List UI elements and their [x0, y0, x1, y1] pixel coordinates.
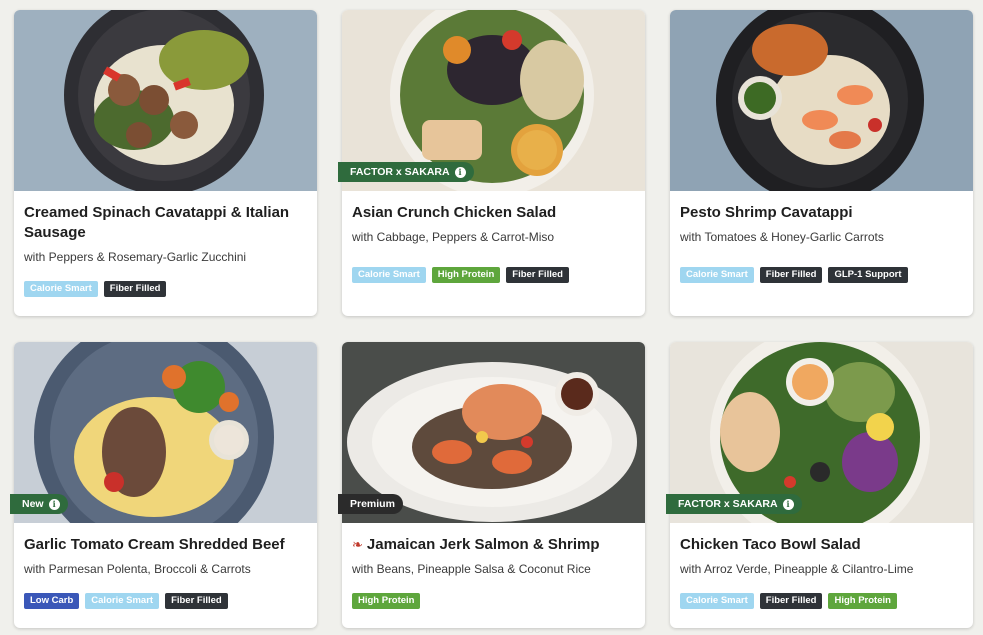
tag-calorie-smart: Calorie Smart	[24, 281, 98, 297]
tag-list: Low Carb Calorie Smart Fiber Filled	[24, 593, 307, 609]
tag-list: Calorie Smart Fiber Filled GLP-1 Support	[680, 267, 963, 283]
meal-title[interactable]: Creamed Spinach Cavatappi & Italian Saus…	[24, 203, 307, 243]
info-icon[interactable]: i	[454, 166, 466, 178]
meal-subtitle: with Peppers & Rosemary-Garlic Zucchini	[24, 250, 247, 264]
tag-high-protein: High Protein	[828, 593, 897, 609]
tag-fiber-filled: Fiber Filled	[759, 593, 823, 609]
tag-glp1-support: GLP-1 Support	[828, 267, 908, 283]
collab-badge[interactable]: FACTOR x SAKARA i	[338, 162, 474, 182]
meal-card[interactable]: Pesto Shrimp Cavatappi with Tomatoes & H…	[670, 10, 973, 316]
tag-list: High Protein	[352, 593, 635, 609]
tag-calorie-smart: Calorie Smart	[85, 593, 160, 609]
meal-title[interactable]: ❧ Jamaican Jerk Salmon & Shrimp	[352, 535, 635, 555]
badge-label: New	[22, 498, 44, 510]
meal-card[interactable]: Creamed Spinach Cavatappi & Italian Saus…	[14, 10, 317, 316]
meal-subtitle: with Parmesan Polenta, Broccoli & Carrot…	[24, 562, 251, 576]
tag-list: Calorie Smart High Protein Fiber Filled	[352, 267, 635, 283]
tag-fiber-filled: Fiber Filled	[506, 267, 569, 283]
meal-card[interactable]: Premium ❧ Jamaican Jerk Salmon & Shrimp w…	[338, 342, 645, 628]
tag-list: Calorie Smart Fiber Filled High Protein	[680, 593, 963, 609]
meal-title[interactable]: Pesto Shrimp Cavatappi	[680, 203, 963, 223]
premium-badge: Premium	[338, 494, 403, 514]
meal-subtitle: with Arroz Verde, Pineapple & Cilantro-L…	[680, 562, 914, 576]
meal-title[interactable]: Chicken Taco Bowl Salad	[680, 535, 963, 555]
meal-card[interactable]: New i Garlic Tomato Cream Shredded Beef …	[10, 342, 317, 628]
spicy-pepper-icon: ❧	[352, 537, 363, 552]
info-icon[interactable]: i	[782, 498, 794, 510]
meal-title[interactable]: Asian Crunch Chicken Salad	[352, 203, 635, 223]
tag-high-protein: High Protein	[352, 593, 421, 609]
badge-label: FACTOR x SAKARA	[678, 498, 778, 510]
badge-label: FACTOR x SAKARA	[350, 166, 450, 178]
meal-subtitle: with Tomatoes & Honey-Garlic Carrots	[680, 230, 884, 244]
tag-list: Calorie Smart Fiber Filled	[24, 281, 307, 297]
tag-fiber-filled: Fiber Filled	[165, 593, 228, 609]
tag-low-carb: Low Carb	[24, 593, 80, 609]
meal-subtitle: with Beans, Pineapple Salsa & Coconut Ri…	[352, 562, 591, 576]
collab-badge[interactable]: FACTOR x SAKARA i	[666, 494, 802, 514]
meal-title[interactable]: Garlic Tomato Cream Shredded Beef	[24, 535, 307, 555]
tag-calorie-smart: Calorie Smart	[680, 593, 754, 609]
tag-fiber-filled: Fiber Filled	[759, 267, 823, 283]
meal-image[interactable]	[14, 10, 317, 191]
meal-card[interactable]: FACTOR x SAKARA i Chicken Taco Bowl Sala…	[666, 342, 973, 628]
tag-calorie-smart: Calorie Smart	[680, 267, 754, 283]
tag-fiber-filled: Fiber Filled	[103, 281, 167, 297]
info-icon[interactable]: i	[48, 498, 60, 510]
meal-image[interactable]	[670, 10, 973, 191]
meal-title-text: Jamaican Jerk Salmon & Shrimp	[366, 536, 600, 553]
tag-calorie-smart: Calorie Smart	[352, 267, 426, 283]
badge-label: Premium	[350, 498, 395, 510]
tag-high-protein: High Protein	[431, 267, 501, 283]
meal-subtitle: with Cabbage, Peppers & Carrot-Miso	[352, 230, 555, 244]
new-badge[interactable]: New i	[10, 494, 68, 514]
meal-card[interactable]: FACTOR x SAKARA i Asian Crunch Chicken S…	[338, 10, 645, 316]
